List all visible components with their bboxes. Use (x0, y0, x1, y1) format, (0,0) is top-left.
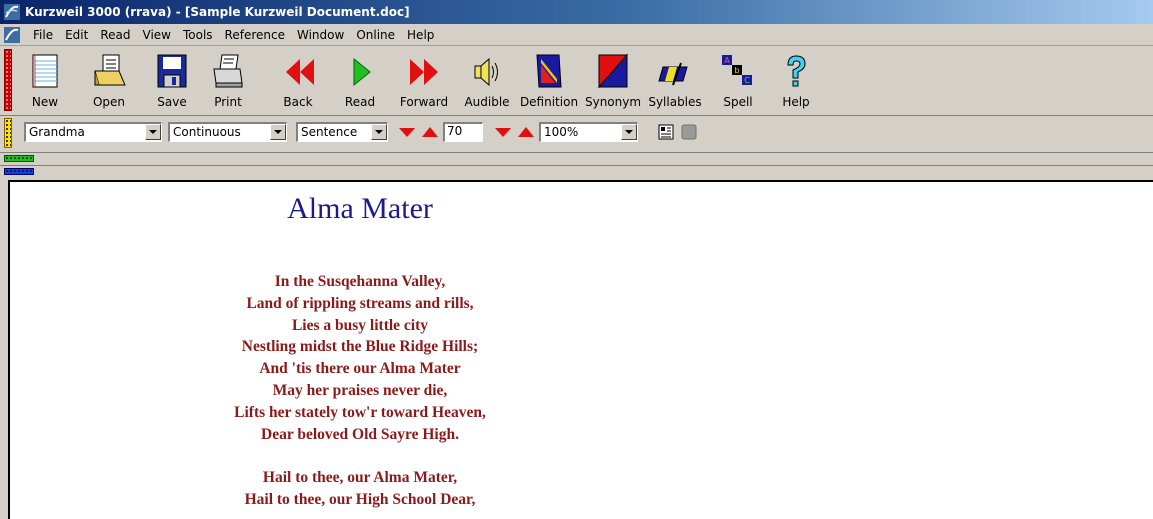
zoom-dropdown-arrow-icon[interactable] (621, 124, 637, 140)
back-button-label: Back (283, 95, 313, 109)
kurzweil-app-icon[interactable] (3, 3, 21, 21)
definition-book-icon (536, 54, 562, 88)
open-button[interactable]: Open (79, 49, 139, 113)
syllables-button-label: Syllables (648, 95, 702, 109)
zoom-value: 100% (544, 125, 579, 139)
reading-toolbar-grip-handle[interactable] (4, 118, 12, 148)
svg-text:b: b (734, 66, 739, 75)
reading-mode-dropdown-arrow-icon[interactable] (270, 124, 286, 140)
back-red-arrows-icon (286, 59, 314, 85)
reading-unit-value: Sentence (301, 125, 358, 139)
verse-line[interactable]: In the Susqehanna Valley, (10, 271, 710, 293)
reading-unit-dropdown-arrow-icon[interactable] (371, 124, 387, 140)
verse-line[interactable]: And 'tis there our Alma Mater (10, 358, 710, 380)
audible-button-label: Audible (464, 95, 510, 109)
spell-button[interactable]: A b C Spell (708, 49, 768, 113)
help-button[interactable]: Help (766, 49, 826, 113)
menu-bar: File Edit Read View Tools Reference Wind… (0, 24, 1153, 46)
blue-toolbar-grip-handle[interactable] (4, 168, 34, 175)
synonym-button-label: Synonym (584, 95, 642, 109)
save-disk-icon (157, 54, 187, 88)
settings-divider (0, 152, 1153, 153)
reading-mode-value: Continuous (173, 125, 241, 139)
green-bar-divider (0, 165, 1153, 166)
printer-icon (213, 54, 243, 88)
reading-mode-select[interactable]: Continuous (168, 122, 287, 142)
speaker-icon (474, 57, 498, 87)
save-button-label: Save (157, 95, 187, 109)
verse-line[interactable]: Hail to thee, our Alma Mater, (10, 467, 710, 489)
forward-button-label: Forward (399, 95, 449, 109)
voice-select-value: Grandma (29, 125, 85, 139)
open-folder-icon (94, 54, 126, 86)
stop-square-icon[interactable] (681, 124, 697, 140)
verse-line[interactable]: Land of rippling streams and rills, (10, 293, 710, 315)
green-toolbar-grip-handle[interactable] (4, 155, 34, 162)
audible-button[interactable]: Audible (457, 49, 517, 113)
reading-unit-select[interactable]: Sentence (296, 122, 388, 142)
verse-line[interactable]: Lifts her stately tow'r toward Heaven, (10, 402, 710, 424)
speed-increase-icon[interactable] (420, 123, 440, 141)
synonym-button[interactable]: Synonym (583, 49, 643, 113)
print-button[interactable]: Print (198, 49, 258, 113)
back-button[interactable]: Back (268, 49, 328, 113)
synonym-icon (597, 53, 629, 89)
menu-edit[interactable]: Edit (59, 24, 94, 46)
reading-settings-toolbar: Grandma Continuous Sentence 70 100% (0, 116, 1153, 150)
syllables-icon (658, 62, 688, 86)
title-bar: Kurzweil 3000 (rrava) - [Sample Kurzweil… (0, 0, 1153, 24)
menu-file[interactable]: File (27, 24, 59, 46)
forward-red-arrows-icon (410, 59, 438, 85)
verse-line[interactable]: Nestling midst the Blue Ridge Hills; (10, 336, 710, 358)
new-button[interactable]: New (15, 49, 75, 113)
syllables-button[interactable]: Syllables (645, 49, 705, 113)
verse-line[interactable]: Dear beloved Old Sayre High. (10, 424, 710, 446)
zoom-increase-icon[interactable] (516, 123, 536, 141)
save-button[interactable]: Save (142, 49, 202, 113)
document-view[interactable]: Alma Mater In the Susqehanna Valley, Lan… (8, 180, 1153, 519)
verse-line[interactable]: Hail to thee, our High School Dear, (10, 489, 710, 511)
menu-tools[interactable]: Tools (177, 24, 219, 46)
print-button-label: Print (214, 95, 242, 109)
toolbar-grip-handle[interactable] (4, 49, 12, 111)
spell-abc-icon: A b C (722, 55, 752, 85)
speed-input[interactable]: 70 (443, 122, 483, 142)
play-green-icon (353, 57, 371, 87)
open-button-label: Open (92, 95, 126, 109)
read-button[interactable]: Read (330, 49, 390, 113)
help-button-label: Help (782, 95, 810, 109)
zoom-decrease-icon[interactable] (493, 123, 513, 141)
verse-line[interactable]: Lies a busy little city (10, 315, 710, 337)
svg-text:A: A (724, 56, 730, 65)
read-button-label: Read (344, 95, 376, 109)
new-document-icon (32, 54, 58, 88)
window-title: Kurzweil 3000 (rrava) - [Sample Kurzweil… (25, 5, 410, 19)
svg-text:C: C (744, 76, 750, 85)
menu-help[interactable]: Help (401, 24, 440, 46)
voice-select[interactable]: Grandma (24, 122, 162, 142)
speed-decrease-icon[interactable] (397, 123, 417, 141)
menu-online[interactable]: Online (350, 24, 401, 46)
definition-button[interactable]: Definition (519, 49, 579, 113)
document-title[interactable]: Alma Mater (10, 192, 710, 226)
new-button-label: New (31, 95, 59, 109)
help-question-icon (787, 55, 806, 87)
forward-button[interactable]: Forward (394, 49, 454, 113)
document-window-icon[interactable] (3, 26, 21, 44)
zoom-select[interactable]: 100% (539, 122, 638, 142)
menu-read[interactable]: Read (94, 24, 136, 46)
menu-reference[interactable]: Reference (219, 24, 291, 46)
main-toolbar: New Open Save Print Back Read Forward Au… (0, 47, 1153, 115)
voice-dropdown-arrow-icon[interactable] (145, 124, 161, 140)
page-view-icon[interactable] (658, 124, 674, 140)
menu-window[interactable]: Window (291, 24, 350, 46)
menu-view[interactable]: View (137, 24, 177, 46)
verse-line[interactable]: May her praises never die, (10, 380, 710, 402)
definition-button-label: Definition (519, 95, 579, 109)
spell-button-label: Spell (723, 95, 753, 109)
